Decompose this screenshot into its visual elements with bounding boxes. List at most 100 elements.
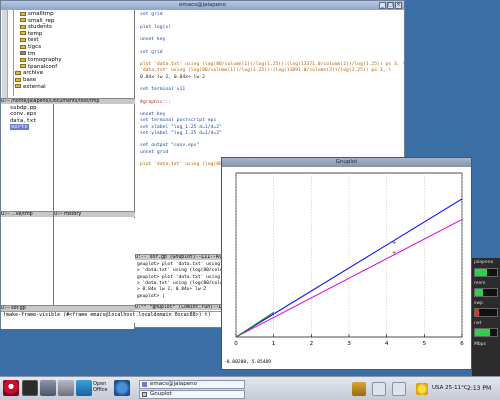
x-tick-label: 2 <box>310 341 314 347</box>
folder-icon[interactable] <box>352 382 366 396</box>
data-point-marker: + <box>392 240 397 247</box>
clock[interactable]: 2:13 PM <box>467 385 491 392</box>
tree-item-label: tm <box>28 50 36 57</box>
file-list: subdp.pp conv.eps data.txt sorts <box>1 104 135 206</box>
gnuplot-titlebar[interactable]: Gnuplot <box>222 158 471 167</box>
emacs-icon[interactable] <box>58 380 74 396</box>
file-item[interactable]: subdp.pp <box>10 105 37 111</box>
tree-item-label: small_rep <box>28 17 55 24</box>
meter-fill <box>475 309 480 316</box>
folder-icon <box>20 37 26 42</box>
meter-fill <box>475 269 488 276</box>
data-point-marker: + <box>392 249 397 256</box>
window-divider[interactable] <box>53 104 54 212</box>
start-menu-icon[interactable] <box>3 380 19 396</box>
file-item[interactable]: data.txt <box>10 118 37 124</box>
tree-item-label: test <box>28 37 39 44</box>
gnuplot-output-line: > 0.84x lw 2, 0.84x+ lw 2 <box>137 287 207 293</box>
history-modeline: U:-- History <box>54 211 135 217</box>
code-line: 'data.txt' using (log(80/column(1))/log(… <box>140 68 392 74</box>
files-modeline: U:-- ...ve/tmp <box>1 211 53 217</box>
x-tick-label: 6 <box>460 341 464 347</box>
dock-label: swp <box>474 301 483 306</box>
task-gnuplot-label: Gnuplot <box>150 391 172 397</box>
code-line: #graphic::: <box>140 99 172 105</box>
tree-item[interactable]: small_rep <box>20 18 54 25</box>
emacs-titlebar[interactable]: emacs@jalapeno _ □ × <box>1 1 404 10</box>
emacs-task-icon <box>142 382 147 387</box>
empty-buffer[interactable] <box>1 218 135 313</box>
code-line: set terminal postscript eps <box>140 118 217 124</box>
cpu-meter <box>474 268 498 277</box>
tree-item[interactable]: base <box>15 77 36 84</box>
code-line: set xlabel "log_1.25 d=1/d=2" <box>140 124 222 130</box>
folder-icon <box>20 18 26 23</box>
gnuplot-window-title: Gnuplot <box>335 159 358 165</box>
code-line: unset key <box>140 37 166 42</box>
folder-icon <box>20 51 26 56</box>
tree-item[interactable]: tigcs <box>20 44 41 51</box>
weather-icon[interactable] <box>416 383 428 395</box>
code-line: set grid <box>140 49 163 55</box>
tree-item[interactable]: tomography <box>20 57 62 64</box>
folder-icon <box>20 44 26 49</box>
tree-item-label: base <box>23 77 37 83</box>
file-item[interactable]: sorts <box>10 123 29 130</box>
directory-tree: smalltmp small_rep students temp test tigcs tm… <box>1 10 135 98</box>
dock-label: Mbps <box>474 342 486 347</box>
tree-item[interactable]: tm <box>20 51 36 58</box>
tree-item[interactable]: external <box>15 84 46 91</box>
system-monitor-dock: jalapeno mem swp net Mbps <box>472 258 500 376</box>
tree-item[interactable]: test <box>20 37 39 44</box>
x-tick-label: 1 <box>272 341 276 347</box>
workspace-switcher-icon[interactable] <box>372 382 386 396</box>
folder-icon <box>20 64 26 69</box>
meter-fill <box>475 329 491 336</box>
workspace-switcher-icon[interactable] <box>392 382 406 396</box>
web-browser-icon[interactable] <box>114 380 130 396</box>
code-line: set output "conv.eps" <box>140 143 200 149</box>
dock-label: net <box>474 321 482 326</box>
tree-item[interactable]: temp <box>20 31 42 38</box>
folder-icon <box>20 11 26 16</box>
window-divider[interactable] <box>53 211 54 314</box>
network-meter <box>474 328 498 337</box>
tree-item-label: archive <box>23 70 44 77</box>
terminal-icon[interactable] <box>22 380 38 396</box>
folder-icon <box>15 77 21 82</box>
x-tick-label: 5 <box>423 341 427 347</box>
gnuplot-window[interactable]: Gnuplot 0 1 2 3 4 5 6 + + + -0.00208, 5.05489 <box>221 157 472 370</box>
speedbar-column: smalltmp small_rep students temp test tigcs tm… <box>1 10 135 329</box>
maximize-button[interactable]: □ <box>387 2 394 9</box>
weather-temperature[interactable]: USA 25-11°C <box>432 385 468 391</box>
folder-icon <box>20 31 26 36</box>
folder-icon <box>15 84 21 89</box>
minimize-button[interactable]: _ <box>379 2 386 9</box>
dock-label: mem <box>474 281 486 286</box>
shell-icon[interactable] <box>40 380 56 396</box>
tree-item[interactable]: smalltmp <box>20 11 54 18</box>
file-item[interactable]: conv.eps <box>10 111 37 117</box>
tree-item[interactable]: archive <box>15 70 43 77</box>
task-gnuplot[interactable]: Gnuplot <box>139 390 245 399</box>
tree-item-label: temp <box>28 30 43 37</box>
taskbar: Open Office emacs@jalapeno Gnuplot USA 2… <box>0 376 500 400</box>
code-line: set ylabel "log_1.25 d=1/d=2" <box>140 130 222 136</box>
openoffice-icon[interactable] <box>76 380 92 396</box>
plot-canvas[interactable]: 0 1 2 3 4 5 6 + + + <box>222 167 471 360</box>
openoffice-label[interactable]: Open Office <box>93 381 111 393</box>
emacs-window-title: emacs@jalapeno <box>178 2 227 8</box>
code-line: plot log(x) <box>140 24 172 30</box>
tree-item-label: smalltmp <box>28 11 54 17</box>
tree-item-label: tigcs <box>28 44 42 50</box>
tree-item-label: tomography <box>28 57 62 64</box>
tree-item[interactable]: tpanalconf <box>20 64 57 71</box>
swap-meter <box>474 308 498 317</box>
tree-scrollbar[interactable] <box>2 10 8 98</box>
close-button[interactable]: × <box>395 2 402 9</box>
tree-item[interactable]: students <box>20 24 52 31</box>
gnuplot-task-icon <box>142 392 147 397</box>
task-emacs[interactable]: emacs@jalapeno <box>139 380 245 389</box>
tree-connector <box>13 10 14 96</box>
memory-meter <box>474 288 498 297</box>
